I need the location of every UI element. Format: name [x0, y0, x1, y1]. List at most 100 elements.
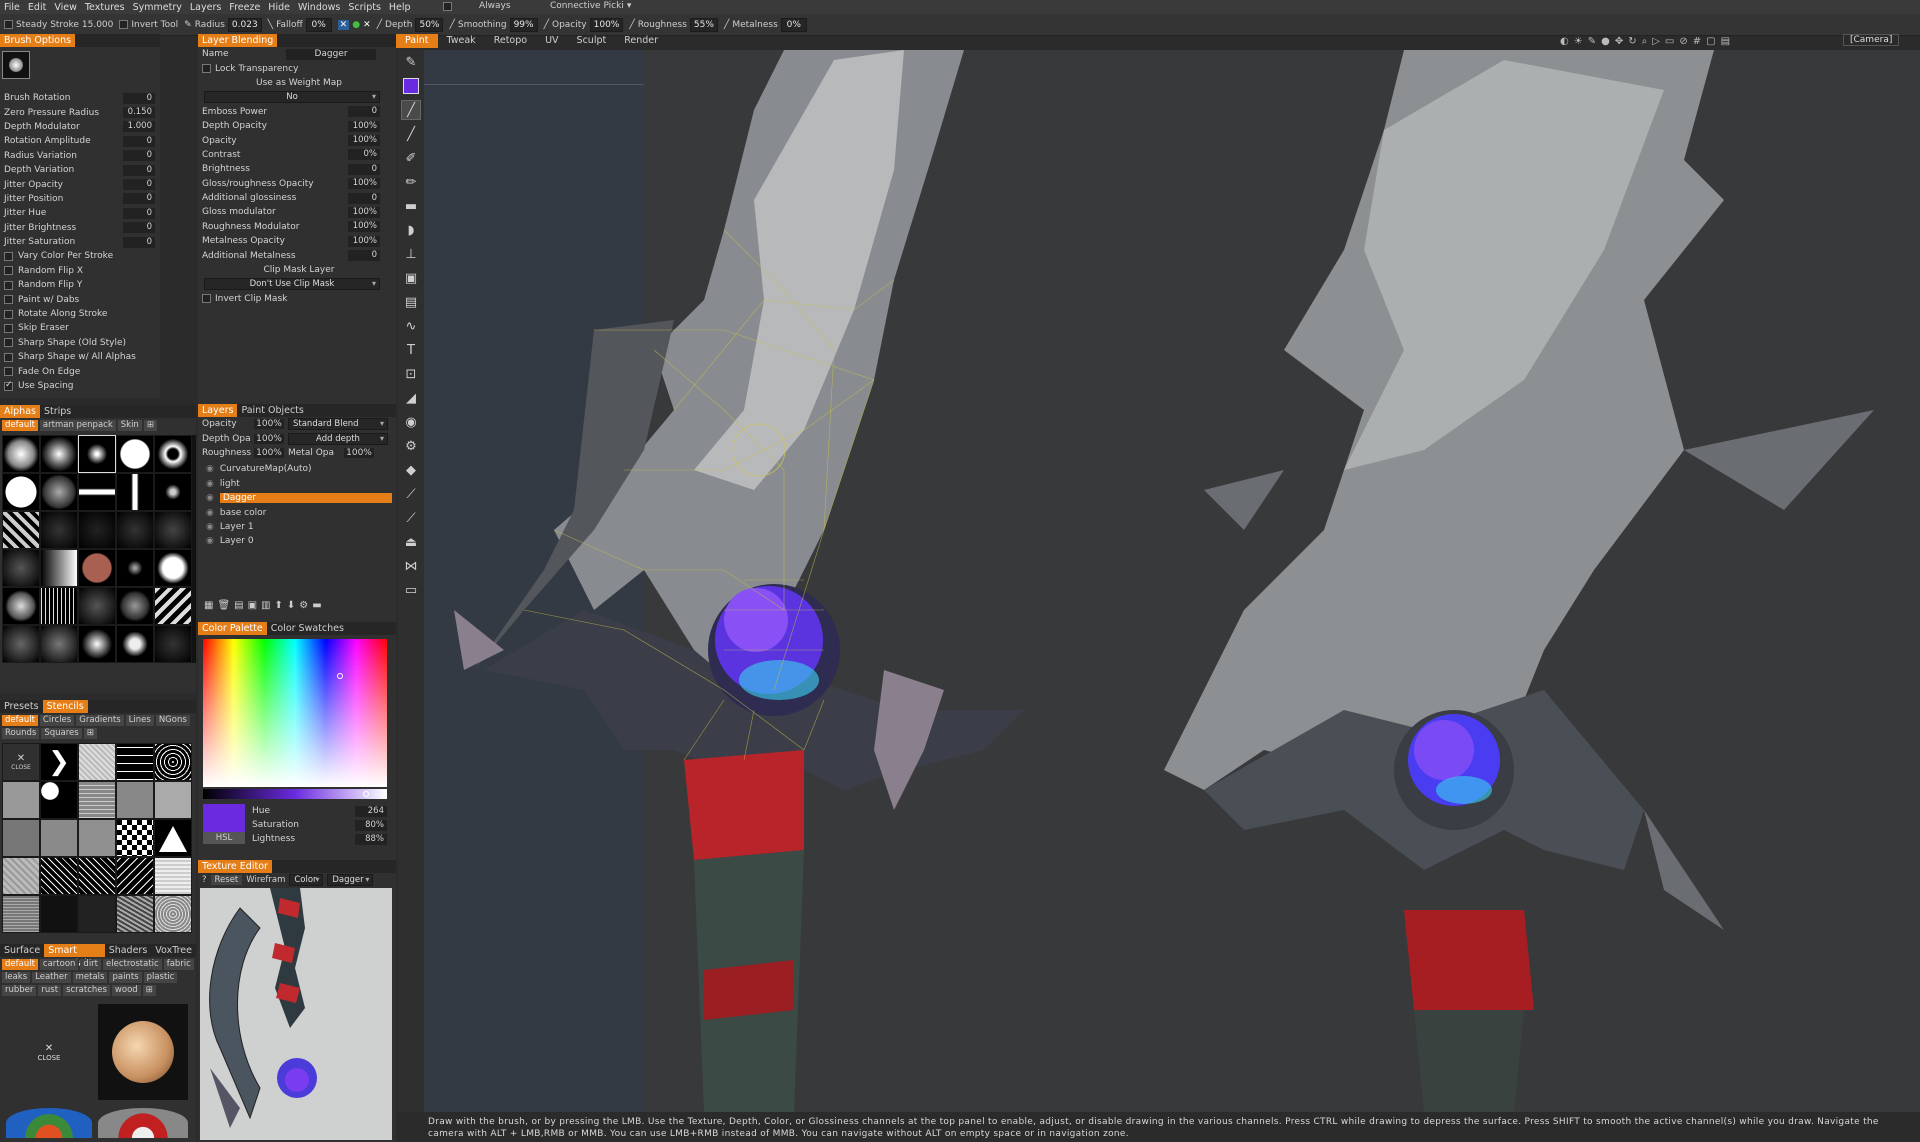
stencil-thumbnail[interactable] — [78, 857, 116, 895]
clone-tool-icon[interactable]: ▣ — [401, 268, 421, 288]
blend-param-value[interactable]: 0 — [348, 192, 380, 204]
layer-metal-field[interactable]: 100% — [344, 447, 374, 458]
object-dropdown[interactable]: Dagger — [327, 873, 374, 886]
alpha-thumbnail[interactable] — [2, 435, 40, 473]
brush-param-value[interactable]: 0 — [123, 236, 155, 248]
material-set-rust[interactable]: rust — [38, 985, 62, 996]
eye-icon[interactable]: ◉ — [206, 522, 214, 532]
layers-tool-icon[interactable]: ▤ — [401, 292, 421, 312]
alpha-thumbnail[interactable] — [40, 435, 78, 473]
alpha-thumbnail[interactable] — [116, 549, 154, 587]
stencil-thumbnail[interactable] — [154, 857, 192, 895]
layer-item[interactable]: ◉ Layer 1 — [198, 520, 396, 534]
brush-preview[interactable] — [2, 51, 30, 79]
new-layer-icon[interactable]: ▦ — [204, 600, 213, 611]
steady-stroke[interactable]: Steady Stroke 15.000 — [4, 20, 113, 30]
invert-tool[interactable]: Invert Tool — [119, 20, 178, 30]
bucket-icon[interactable]: ◆ — [401, 460, 421, 480]
brush-check-row[interactable]: Use Spacing — [0, 379, 160, 393]
checkbox[interactable] — [4, 280, 13, 290]
menu-view[interactable]: View — [50, 2, 81, 13]
stencil-thumbnail[interactable] — [40, 895, 78, 933]
tab-render[interactable]: Render — [615, 34, 667, 48]
layer-opacity-field[interactable]: 100% — [254, 419, 284, 430]
brush-param-value[interactable]: 0 — [123, 150, 155, 162]
alpha-thumbnail[interactable] — [154, 511, 192, 549]
smoothing-field[interactable]: ╱ Smoothing 99% — [449, 17, 538, 32]
tab-paint[interactable]: Paint — [396, 34, 438, 48]
alpha-thumbnail[interactable] — [78, 587, 116, 625]
menu-textures[interactable]: Textures — [81, 2, 129, 13]
curve-tool-icon[interactable]: ∿ — [401, 316, 421, 336]
grid-icon[interactable]: # — [1693, 36, 1701, 47]
tab-paint-objects[interactable]: Paint Objects — [237, 404, 307, 417]
eye-icon[interactable]: ◉ — [206, 536, 214, 546]
close-stencil-button[interactable]: ✕ CLOSE — [2, 743, 40, 781]
camera-dropdown[interactable]: [Camera] — [1843, 34, 1900, 46]
stencil-thumbnail[interactable] — [116, 857, 154, 895]
material-set-cartoon[interactable]: cartoon — [39, 959, 79, 970]
clip-mask-dropdown[interactable]: Don't Use Clip Mask — [204, 278, 380, 291]
no-icon[interactable]: ⊘ — [1679, 36, 1687, 47]
menu-help[interactable]: Help — [385, 2, 415, 13]
stencil-thumbnail[interactable] — [78, 781, 116, 819]
alpha-set-skin[interactable]: Skin — [117, 420, 142, 431]
tab-voxtree[interactable]: VoxTree — [151, 944, 196, 957]
color-picker-area[interactable] — [203, 639, 387, 787]
stencil-set-rounds[interactable]: Rounds — [2, 728, 40, 739]
group-icon[interactable]: ▥ — [261, 600, 270, 611]
alpha-thumbnail[interactable] — [2, 473, 40, 511]
alpha-thumbnail[interactable] — [40, 587, 78, 625]
material-thumbnail-3[interactable] — [98, 1108, 188, 1138]
layer-blending-title[interactable]: Layer Blending — [198, 34, 278, 47]
lock-transparency-checkbox[interactable] — [202, 64, 211, 74]
stencil-thumbnail[interactable] — [154, 895, 192, 933]
material-set-fabric[interactable]: fabric — [163, 959, 194, 970]
stencil-thumbnail[interactable] — [154, 781, 192, 819]
checkbox[interactable] — [4, 266, 13, 276]
ruler-icon[interactable]: ▭ — [401, 580, 421, 600]
stencil-thumbnail[interactable] — [2, 895, 40, 933]
fill-tool-icon[interactable]: ◗ — [401, 220, 421, 240]
texture-editor-title[interactable]: Texture Editor — [198, 860, 272, 873]
stencil-thumbnail[interactable] — [116, 781, 154, 819]
channel-dropdown[interactable]: Color — [289, 873, 324, 886]
material-thumbnail-2[interactable] — [6, 1108, 92, 1138]
alpha-thumbnail[interactable] — [116, 435, 154, 473]
stencil-thumbnail[interactable] — [116, 819, 154, 857]
stencil-thumbnail[interactable] — [78, 819, 116, 857]
checkbox[interactable] — [4, 251, 13, 261]
smudge-tool-icon[interactable]: ▬ — [401, 196, 421, 216]
tab-alphas[interactable]: Alphas — [0, 405, 40, 418]
brush-param-value[interactable]: 0 — [123, 135, 155, 147]
material-set-leaks[interactable]: leaks — [2, 972, 31, 983]
alpha-thumbnail[interactable] — [154, 587, 192, 625]
alpha-thumbnail[interactable] — [40, 549, 78, 587]
material-thumbnail[interactable] — [98, 1004, 188, 1100]
brush-param-value[interactable]: 0 — [123, 222, 155, 234]
alpha-thumbnail[interactable] — [2, 625, 40, 663]
material-set-leather[interactable]: Leather — [32, 972, 71, 983]
move-icon[interactable]: ✥ — [1615, 36, 1623, 47]
stencil-thumbnail[interactable] — [2, 781, 40, 819]
steady-stroke-checkbox[interactable] — [4, 20, 13, 29]
current-color-swatch[interactable] — [203, 804, 245, 832]
color-mode-button[interactable]: HSL — [203, 832, 245, 844]
alpha-thumbnail[interactable] — [78, 511, 116, 549]
stencil-thumbnail[interactable] — [116, 743, 154, 781]
connective-picking-dropdown[interactable]: Connective Picki ▾ — [550, 1, 631, 11]
tab-shaders[interactable]: Shaders — [105, 944, 152, 957]
add-material-set-icon[interactable]: ⊞ — [142, 985, 156, 996]
material-set-scratches[interactable]: scratches — [63, 985, 110, 996]
checkbox[interactable] — [4, 367, 13, 377]
brush-check-row[interactable]: Sharp Shape w/ All Alphas — [0, 350, 160, 364]
merge-icon[interactable]: ▤ — [234, 600, 243, 611]
menu-windows[interactable]: Windows — [294, 2, 344, 13]
tab-surface[interactable]: Surface — [0, 944, 44, 957]
eraser-tool-icon[interactable]: ◢ — [401, 388, 421, 408]
invert-tool-checkbox[interactable] — [119, 20, 129, 29]
brush-check-row[interactable]: Fade On Edge — [0, 364, 160, 378]
layer-item[interactable]: ◉ base color — [198, 505, 396, 519]
brush-check-row[interactable]: Random Flip X — [0, 264, 160, 278]
alpha-thumbnail[interactable] — [116, 625, 154, 663]
